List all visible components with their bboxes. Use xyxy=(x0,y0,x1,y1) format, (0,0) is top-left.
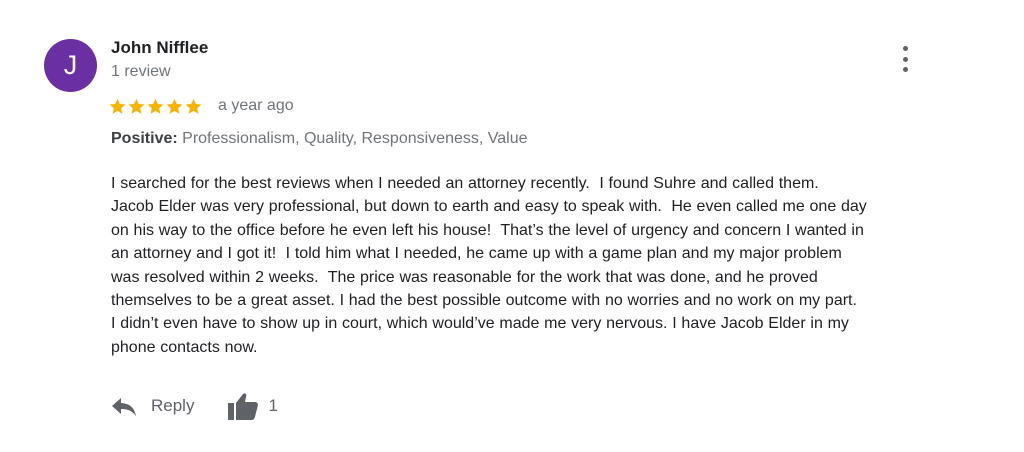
more-vertical-icon xyxy=(902,46,908,51)
star-icon xyxy=(166,98,183,114)
review-attributes: Positive: Professionalism, Quality, Resp… xyxy=(111,130,527,148)
review-text-line: on his way to the office before he even … xyxy=(111,221,864,239)
review-actions: Reply 1 xyxy=(111,392,278,420)
star-icon xyxy=(128,98,145,114)
avatar[interactable]: J xyxy=(44,39,97,92)
more-vertical-icon xyxy=(902,67,908,72)
more-vertical-icon xyxy=(902,56,908,62)
review-time: a year ago xyxy=(218,97,294,114)
reply-arrow-icon xyxy=(112,398,136,416)
star-icon xyxy=(147,98,164,114)
review-text-line: phone contacts now. xyxy=(111,338,258,356)
review-text-line: I didn’t even have to show up in court, … xyxy=(111,315,849,333)
author-name[interactable]: John Nifflee xyxy=(111,38,208,58)
review-text-line: themselves to be a great asset. I had th… xyxy=(111,292,857,310)
review-text: I searched for the best reviews when I n… xyxy=(111,172,991,359)
thumbs-up-icon xyxy=(228,393,259,420)
review-text-line: an attorney and I got it! I told him wha… xyxy=(111,245,842,263)
star-icon xyxy=(109,98,126,114)
like-button[interactable]: 1 xyxy=(227,391,278,421)
review-text-line: was resolved within 2 weeks. The price w… xyxy=(111,268,818,286)
attributes-values: Professionalism, Quality, Responsiveness… xyxy=(182,130,528,147)
attributes-label: Positive: xyxy=(111,130,178,147)
reply-button[interactable]: Reply xyxy=(111,395,194,417)
review-text-line: Jacob Elder was very professional, but d… xyxy=(111,198,867,216)
like-count: 1 xyxy=(268,396,278,415)
more-options-button[interactable] xyxy=(894,44,916,74)
review-text-line: I searched for the best reviews when I n… xyxy=(111,175,819,192)
star-icon xyxy=(185,98,202,114)
review-count[interactable]: 1 review xyxy=(111,63,171,81)
star-rating xyxy=(108,95,203,117)
reply-label: Reply xyxy=(151,396,195,415)
